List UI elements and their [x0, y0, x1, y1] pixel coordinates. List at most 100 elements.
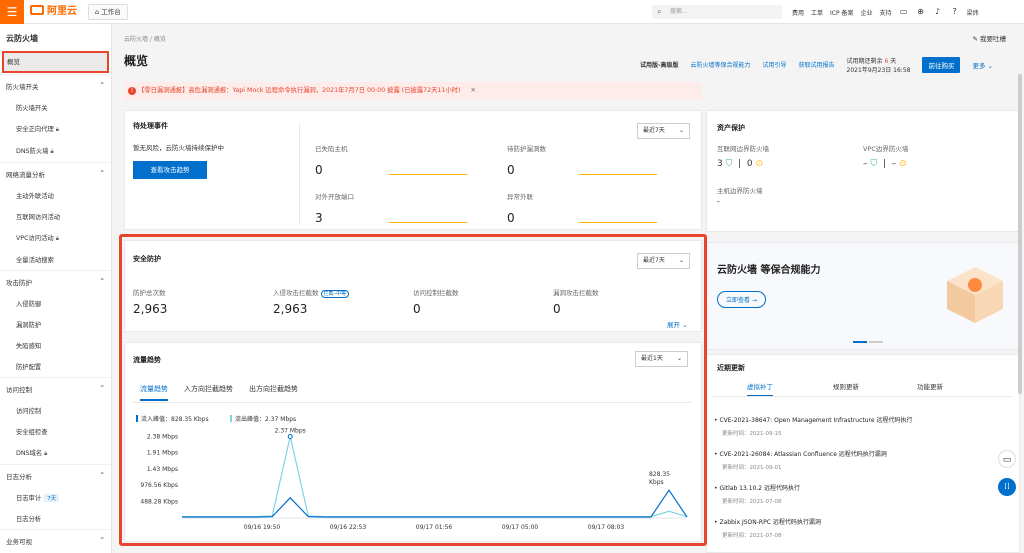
top-nav: 费用 工单 ICP 备案 企业 支持 ▭ ⊕ ♪ ? 梁炜: [792, 0, 979, 24]
series-line-in[interactable]: [182, 489, 688, 518]
pending-title: 待处理事件: [133, 122, 168, 130]
sidebar-item-label: 互联网访问活动: [16, 214, 61, 221]
sidebar-item[interactable]: 互联网访问活动: [0, 206, 111, 227]
update-item[interactable]: • Zabbix JSON-RPC 远程代码执行漏洞: [714, 517, 821, 526]
aliyun-logo[interactable]: 阿里云: [30, 5, 77, 19]
metric-value[interactable]: 2,963: [273, 302, 307, 316]
metric-value[interactable]: 2,963: [133, 302, 167, 316]
workbench-label: 工作台: [101, 8, 121, 16]
apps-grid-icon[interactable]: ⁞⁞: [998, 478, 1016, 496]
sidebar-group[interactable]: 攻击防护 ⌃: [0, 270, 111, 293]
update-item[interactable]: • CVE-2021-26084: Atlassian Confluence 远…: [714, 449, 887, 458]
pending-range-select[interactable]: 最近7天 ⌄: [637, 123, 690, 139]
sidebar-item[interactable]: DNS域名 🔒︎: [0, 442, 111, 464]
user-name[interactable]: 梁炜: [967, 8, 979, 17]
peak-marker[interactable]: [287, 433, 293, 439]
hamburger-icon[interactable]: ☰: [0, 0, 24, 24]
metric-label: 访问控制拦截数: [413, 289, 459, 297]
nav-support[interactable]: 支持: [880, 8, 892, 17]
carousel-dot-active[interactable]: [853, 341, 867, 343]
workbench-button[interactable]: ⌂ 工作台: [88, 4, 128, 20]
sidebar-item[interactable]: 防火墙开关: [0, 97, 111, 118]
terminal-icon[interactable]: ▭: [899, 7, 909, 17]
buy-button[interactable]: 前往购买: [922, 57, 961, 73]
metric-value[interactable]: 0: [507, 163, 515, 177]
sidebar-group[interactable]: 防火墙开关 ⌃: [0, 74, 111, 97]
sidebar-item[interactable]: 访问控制: [0, 400, 111, 421]
update-item[interactable]: • CVE-2021-38647: Open Management Infras…: [714, 415, 912, 424]
sidebar-group[interactable]: 网络流量分析 ⌃: [0, 162, 111, 185]
sidebar-item[interactable]: VPC访问活动 🔒︎: [0, 227, 111, 249]
tab-rule-update[interactable]: 规则更新: [833, 381, 859, 391]
feedback-link[interactable]: ✎ 我要吐槽: [972, 33, 1006, 43]
close-icon[interactable]: ✕: [471, 87, 476, 94]
tab-virtual-patch[interactable]: 虚拟补丁: [747, 381, 773, 397]
security-range-select[interactable]: 最近7天 ⌄: [637, 253, 690, 269]
vpc-fw-status[interactable]: – ⛉ | – ⊙: [863, 159, 907, 169]
nav-icp[interactable]: ICP 备案: [830, 8, 854, 17]
scrollbar[interactable]: [1018, 74, 1022, 394]
bell-icon[interactable]: ♪: [933, 7, 943, 17]
chevron-up-icon: ⌃: [99, 81, 105, 89]
sidebar-group[interactable]: 访问控制 ⌃: [0, 377, 111, 400]
metric-value[interactable]: 0: [507, 211, 515, 225]
chevron-up-icon: ⌃: [99, 471, 105, 479]
x-tick-label: 09/17 08:03: [588, 524, 625, 531]
help-icon[interactable]: ?: [950, 7, 960, 17]
metric-value[interactable]: 0: [413, 302, 421, 316]
series-line-out[interactable]: [182, 436, 688, 518]
tab-inbound-block[interactable]: 入方向拦截趋势: [184, 384, 233, 401]
sidebar-group-label: 日志分析: [6, 473, 32, 481]
global-search-input[interactable]: ⌕ 搜索...: [652, 5, 782, 19]
carousel-dot[interactable]: [869, 341, 883, 343]
sidebar-group[interactable]: 日志分析 ⌃: [0, 464, 111, 487]
expand-link[interactable]: 展开 ⌄: [667, 319, 688, 329]
arrow-right-icon: →: [751, 297, 757, 304]
tabs-divider: [132, 402, 692, 403]
promo-view-button[interactable]: 立即查看 →: [717, 291, 766, 308]
internet-fw-status[interactable]: 3 ⛉ | 0 ⊙: [717, 159, 763, 169]
tab-outbound-block[interactable]: 出方向拦截趋势: [249, 384, 298, 401]
sidebar: 云防火墙 概览 防火墙开关 ⌃ 防火墙开关 安全正向代理 🔒︎ DNS防火墙 🔒︎ 网络流量分…: [0, 24, 112, 553]
compliance-link[interactable]: 云防火墙等保合规能力: [691, 60, 751, 69]
nav-ticket[interactable]: 工单: [811, 8, 823, 17]
more-dropdown[interactable]: 更多 ⌄: [972, 60, 993, 70]
trial-report-link[interactable]: 获取试用报告: [799, 60, 835, 69]
sidebar-item[interactable]: 日志分析: [0, 508, 111, 529]
trial-date: 2021年9月23日 16:58: [846, 67, 911, 74]
alert-text[interactable]: 高危漏洞通报：Yapi Mock 远程命令执行漏洞，2021年7月7日 00:0…: [188, 87, 460, 94]
cart-icon[interactable]: ⊕: [916, 7, 926, 17]
sidebar-group[interactable]: 业务可视 ⌃: [0, 529, 111, 552]
time-value: 2021-07-08: [749, 533, 782, 539]
view-attack-trend-button[interactable]: 查看攻击趋势: [133, 161, 207, 179]
edition-label: 试用版-高级版: [640, 62, 679, 69]
sidebar-item-overview[interactable]: 概览: [2, 51, 109, 73]
nav-enterprise[interactable]: 企业: [861, 8, 873, 17]
sidebar-item[interactable]: 安全组检查: [0, 421, 111, 442]
alert-tag: 【零日漏洞通报】: [138, 87, 189, 94]
promo-banner[interactable]: 云防火墙 等保合规能力 立即查看 →: [706, 242, 1020, 350]
sidebar-item[interactable]: 全量活动搜索: [0, 249, 111, 270]
tab-traffic-trend[interactable]: 流量趋势: [140, 384, 168, 401]
metric-value[interactable]: 3: [315, 211, 323, 225]
traffic-range-select[interactable]: 最近1天 ⌄: [635, 351, 688, 367]
sidebar-item[interactable]: DNS防火墙 🔒︎: [0, 140, 111, 162]
sidebar-item[interactable]: 主动外联活动: [0, 185, 111, 206]
tab-feature-update[interactable]: 功能更新: [917, 381, 943, 391]
shield-check-icon: ⛉: [725, 159, 733, 169]
sidebar-item[interactable]: 防护配置: [0, 356, 111, 377]
nav-fee[interactable]: 费用: [792, 8, 804, 17]
sidebar-item[interactable]: 入侵防御: [0, 293, 111, 314]
sidebar-item[interactable]: 失陷感知: [0, 335, 111, 356]
metric-value[interactable]: 0: [553, 302, 561, 316]
sidebar-item[interactable]: 漏洞防护: [0, 314, 111, 335]
breadcrumb-item[interactable]: 云防火墙: [124, 36, 148, 43]
chat-icon[interactable]: ▭: [998, 450, 1016, 468]
alert-icon: !: [128, 87, 136, 95]
trial-guide-link[interactable]: 试用引导: [763, 60, 787, 69]
sidebar-item[interactable]: 日志审计 7天: [0, 487, 111, 508]
sidebar-item-label: 安全组检查: [16, 429, 48, 436]
metric-value[interactable]: 0: [315, 163, 323, 177]
update-item[interactable]: • Gitlab 13.10.2 远程代码执行: [714, 483, 800, 492]
sidebar-item[interactable]: 安全正向代理 🔒︎: [0, 118, 111, 140]
